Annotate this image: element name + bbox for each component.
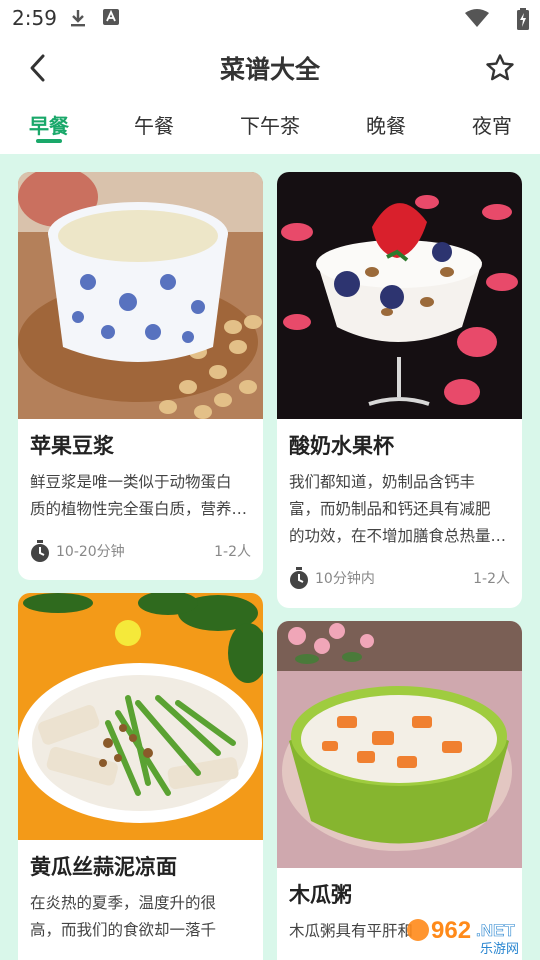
favorite-button[interactable] [482,50,518,86]
stopwatch-icon [31,540,49,562]
recipe-description: 在炎热的夏季，温度升的很 高，而我们的食欲却一落千 [30,890,251,944]
recipe-image-soy-milk [18,172,263,419]
status-bar: 2:59 [0,0,540,36]
top-app-bar: 菜谱大全 [0,36,540,98]
recipe-description-line: 在炎热的夏季，温度升的很 [30,894,217,912]
recipe-description-line: 高，而我们的食欲却一落千 [30,921,217,939]
site-watermark: 962 .NET 乐游网 [404,910,534,957]
recipe-description: 我们都知道，奶制品含钙丰 富，而奶制品和钙还具有减肥 的功效，在不增加膳食总热量… [289,469,510,550]
recipe-meta: 10-20分钟 1-2人 [30,529,251,573]
cook-time-text: 10分钟内 [315,571,375,587]
tab-late-night-snack[interactable]: 夜宵 [452,110,532,139]
recipe-card[interactable]: 黄瓜丝蒜泥凉面 在炎热的夏季，温度升的很 高，而我们的食欲却一落千 [18,593,263,960]
cook-time-text: 10-20分钟 [56,544,125,560]
star-outline-icon [486,54,514,81]
recipe-card[interactable]: 酸奶水果杯 我们都知道，奶制品含钙丰 富，而奶制品和钙还具有减肥 的功效，在不增… [277,172,522,608]
tab-afternoon-tea[interactable]: 下午茶 [230,110,310,139]
recipe-title: 黄瓜丝蒜泥凉面 [30,855,177,879]
recipe-description: 鲜豆浆是唯一类似于动物蛋白 质的植物性完全蛋白质，营养… [30,469,251,523]
tab-dinner[interactable]: 晚餐 [346,110,426,139]
meal-tabs: 早餐 午餐 下午茶 晚餐 夜宵 [0,98,540,154]
recipe-grid: 苹果豆浆 鲜豆浆是唯一类似于动物蛋白 质的植物性完全蛋白质，营养… 10-20分… [0,154,540,960]
page-title: 菜谱大全 [219,55,320,84]
recipe-title: 酸奶水果杯 [289,434,394,458]
status-time: 2:59 [12,6,57,30]
recipe-image-yogurt-fruit-cup [277,172,522,419]
recipe-card[interactable]: 苹果豆浆 鲜豆浆是唯一类似于动物蛋白 质的植物性完全蛋白质，营养… 10-20分… [18,172,263,580]
battery-charging-icon [516,8,530,34]
stopwatch-icon [290,567,308,589]
cook-time: 10-20分钟 [30,540,125,562]
recipe-title: 木瓜粥 [289,883,352,907]
recipe-description-line: 鲜豆浆是唯一类似于动物蛋白 [30,473,232,491]
download-icon [68,8,88,32]
recipe-description-line: 的功效，在不增加膳食总热量… [289,527,507,545]
cook-time: 10分钟内 [289,567,375,589]
tab-lunch[interactable]: 午餐 [114,110,194,139]
recipe-title: 苹果豆浆 [30,434,114,458]
servings: 1-2人 [214,544,251,560]
app-notification-icon [102,8,120,30]
wifi-icon [464,8,490,32]
tab-indicator [36,139,62,143]
recipe-meta: 10分钟内 1-2人 [289,556,510,600]
recipe-description-line: 质的植物性完全蛋白质，营养… [30,500,248,518]
watermark-domain: .NET [476,921,515,940]
recipe-image-cold-noodles [18,593,263,840]
watermark-number: 962 [431,917,471,944]
recipe-description-line: 富，而奶制品和钙还具有减肥 [289,500,491,518]
recipe-image-papaya-porridge [277,621,522,868]
recipe-description-line: 我们都知道，奶制品含钙丰 [289,473,476,491]
servings: 1-2人 [473,571,510,587]
watermark-site: 乐游网 [480,942,519,956]
tab-breakfast[interactable]: 早餐 [9,110,89,139]
